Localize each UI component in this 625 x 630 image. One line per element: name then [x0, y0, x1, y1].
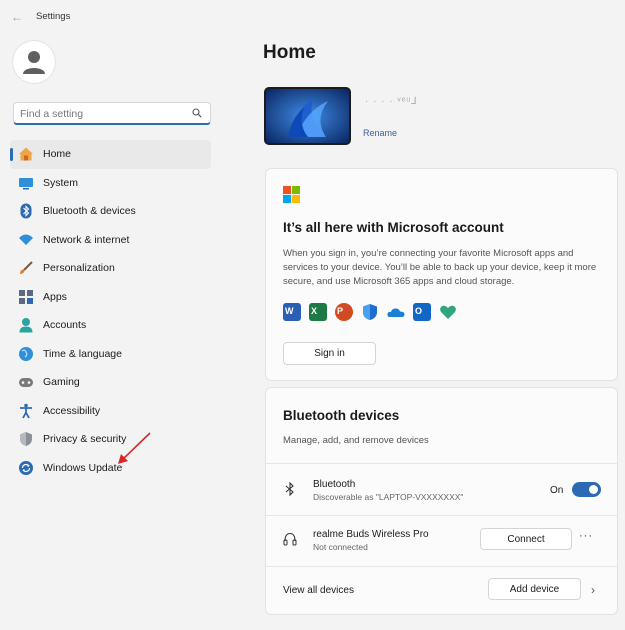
page-title: Home: [263, 42, 316, 63]
accessibility-icon: [18, 403, 34, 419]
sidebar-item-label: Gaming: [43, 376, 80, 389]
bluetooth-icon: [18, 203, 34, 219]
sidebar-item-label: Network & internet: [43, 233, 130, 246]
sidebar-item-label: Apps: [43, 290, 67, 303]
gamepad-icon: [18, 374, 34, 390]
microsoft-logo-icon: [283, 186, 300, 203]
toggle-knob: [589, 485, 598, 494]
sidebar-item-label: Home: [43, 148, 72, 161]
device-name: · · · · ᵛᵉᵘ⅃: [365, 96, 418, 107]
divider: [266, 515, 617, 516]
connect-button[interactable]: Connect: [480, 528, 572, 550]
more-options-icon[interactable]: ···: [579, 530, 593, 542]
excel-icon: X: [309, 303, 327, 321]
sidebar-item-label: Accessibility: [43, 404, 101, 417]
outlook-icon: O: [413, 303, 431, 321]
ms-account-description: When you sign in, you’re connecting your…: [283, 248, 597, 287]
shield-icon: [18, 431, 34, 447]
bluetooth-row-title: Bluetooth: [313, 479, 356, 490]
sidebar-item-label: Time & language: [43, 347, 122, 360]
chevron-right-icon[interactable]: ›: [591, 583, 595, 597]
sidebar-item-accessibility[interactable]: Accessibility: [10, 397, 211, 426]
sidebar-item-label: Personalization: [43, 262, 115, 275]
sidebar-item-label: Windows Update: [43, 461, 123, 474]
system-icon: [18, 175, 34, 191]
sidebar-item-system[interactable]: System: [10, 169, 211, 198]
defender-icon: [361, 303, 379, 321]
search-box[interactable]: [13, 102, 211, 125]
globe-icon: [18, 346, 34, 362]
bluetooth-discoverable-text: Discoverable as "LAPTOP-VXXXXXXX": [313, 492, 464, 502]
sidebar-item-time-language[interactable]: Time & language: [10, 340, 211, 369]
sidebar-item-network[interactable]: Network & internet: [10, 226, 211, 255]
sidebar-item-label: Privacy & security: [43, 433, 127, 446]
sidebar-item-accounts[interactable]: Accounts: [10, 311, 211, 340]
bluetooth-devices-title: Bluetooth devices: [283, 408, 400, 423]
bluetooth-devices-subtitle: Manage, add, and remove devices: [283, 435, 429, 446]
windows-bloom-wallpaper-icon: [266, 89, 349, 143]
microsoft-account-card: It’s all here with Microsoft account Whe…: [265, 168, 618, 381]
annotation-arrow-icon: [118, 432, 151, 464]
avatar[interactable]: [13, 41, 55, 83]
bluetooth-icon: [285, 482, 294, 496]
device-name: realme Buds Wireless Pro: [313, 529, 429, 540]
view-all-devices-link[interactable]: View all devices: [283, 585, 354, 596]
sidebar-nav: Home System Bluetooth & devices Network …: [10, 140, 211, 482]
sidebar-item-home[interactable]: Home: [10, 140, 211, 169]
bluetooth-devices-card: Bluetooth devices Manage, add, and remov…: [265, 387, 618, 615]
brush-icon: [18, 260, 34, 276]
update-icon: [18, 460, 34, 476]
headphones-icon: [283, 532, 297, 546]
home-icon: [18, 146, 34, 162]
onedrive-icon: [387, 303, 405, 321]
sidebar-item-label: System: [43, 176, 79, 189]
sidebar-item-bluetooth[interactable]: Bluetooth & devices: [10, 197, 211, 226]
sidebar-item-label: Accounts: [43, 319, 87, 332]
apps-icon: [18, 289, 34, 305]
sidebar-item-personalization[interactable]: Personalization: [10, 254, 211, 283]
bluetooth-state-label: On: [550, 485, 564, 496]
device-thumbnail[interactable]: [264, 87, 351, 145]
ms-account-heading: It’s all here with Microsoft account: [283, 220, 504, 235]
sidebar-item-label: Bluetooth & devices: [43, 205, 136, 218]
accounts-icon: [18, 317, 34, 333]
sidebar-item-apps[interactable]: Apps: [10, 283, 211, 312]
search-input[interactable]: [20, 106, 185, 121]
title-bar: ← Settings: [0, 0, 625, 34]
sign-in-button[interactable]: Sign in: [283, 342, 376, 365]
word-icon: W: [283, 303, 301, 321]
add-device-button[interactable]: Add device: [488, 578, 581, 600]
user-icon: [23, 51, 45, 74]
sidebar-item-privacy-security[interactable]: Privacy & security: [10, 425, 211, 454]
search-icon[interactable]: [192, 108, 202, 118]
sidebar-item-windows-update[interactable]: Windows Update: [10, 454, 211, 483]
powerpoint-icon: P: [335, 303, 353, 321]
family-icon: [439, 303, 457, 321]
app-title: Settings: [36, 11, 71, 22]
wifi-icon: [18, 232, 34, 248]
sidebar-item-gaming[interactable]: Gaming: [10, 368, 211, 397]
back-arrow-icon[interactable]: ←: [9, 9, 25, 25]
rename-link[interactable]: Rename: [363, 128, 397, 138]
divider: [266, 566, 617, 567]
device-status: Not connected: [313, 542, 368, 552]
microsoft-apps-row: W X P O: [283, 303, 457, 321]
divider: [266, 463, 617, 464]
bluetooth-toggle[interactable]: [572, 482, 601, 497]
